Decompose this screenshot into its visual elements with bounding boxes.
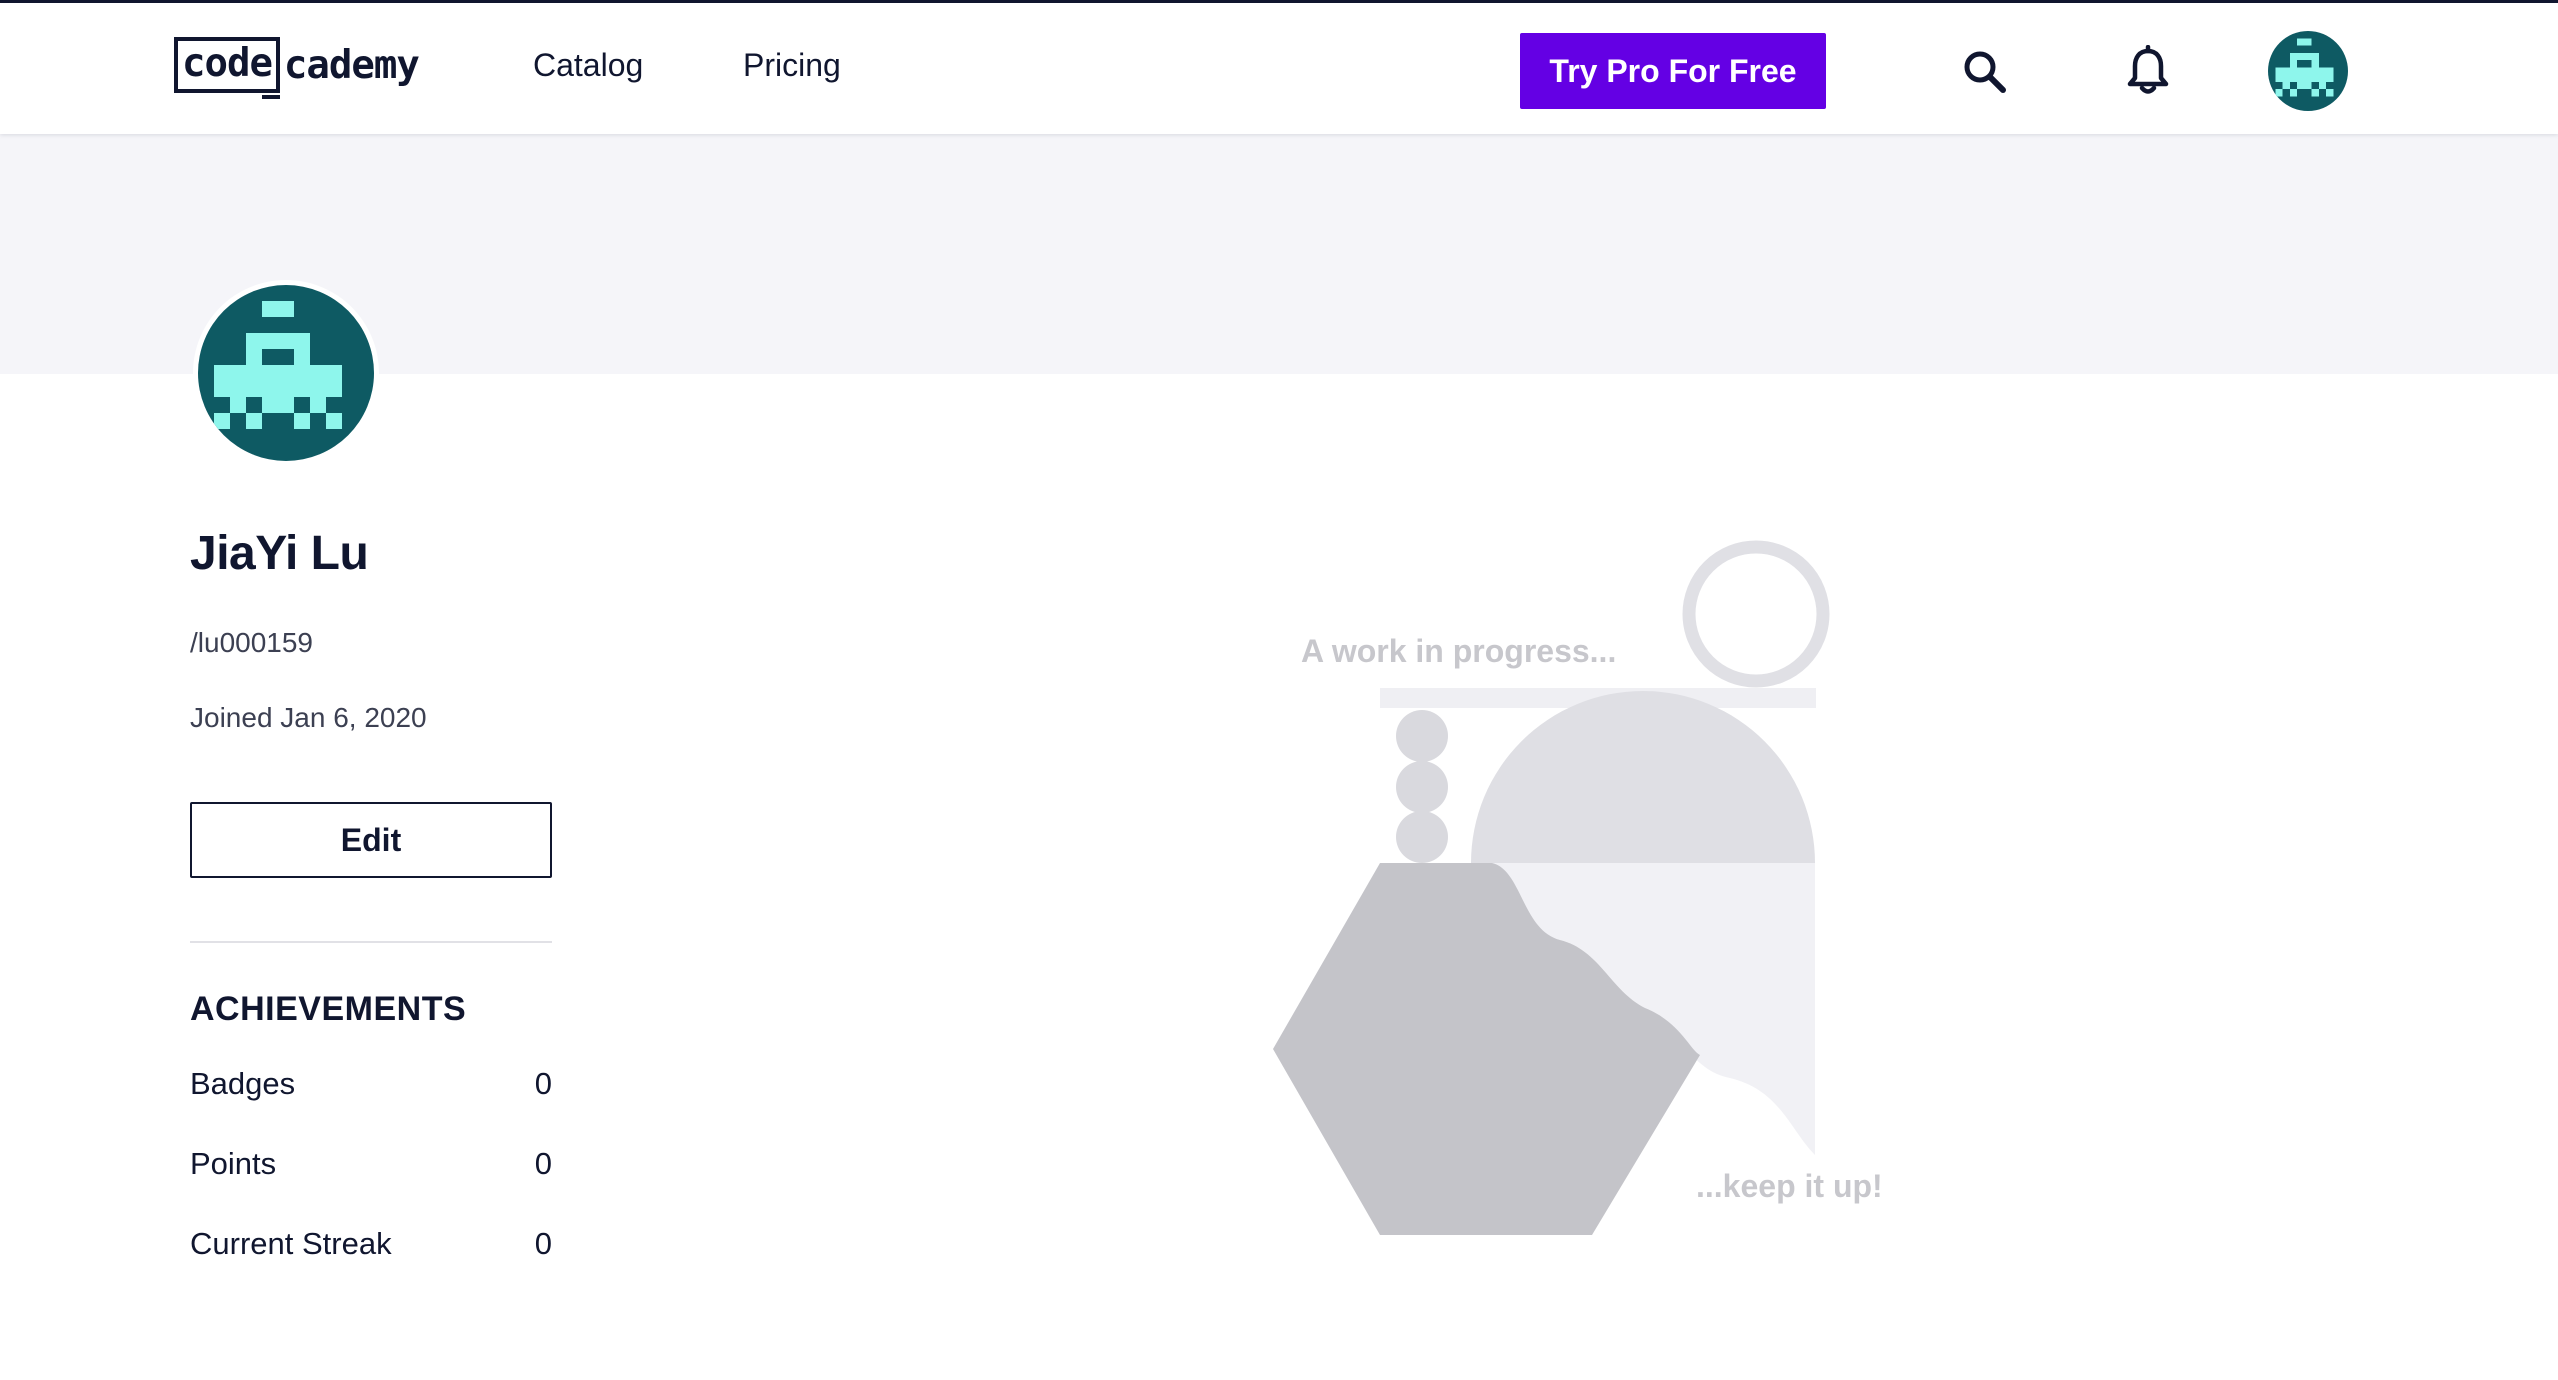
edit-profile-button[interactable]: Edit: [190, 802, 552, 878]
nav-pricing-link[interactable]: Pricing: [743, 47, 841, 84]
profile-name: JiaYi Lu: [190, 527, 369, 580]
achievements-heading: ACHIEVEMENTS: [190, 990, 467, 1028]
pixel-alien-avatar-icon: [198, 285, 374, 461]
profile-handle: /lu000159: [190, 627, 314, 658]
search-icon[interactable]: [1960, 47, 2008, 95]
try-pro-button[interactable]: Try Pro For Free: [1520, 33, 1826, 109]
profile-banner: [0, 134, 2558, 374]
achievement-row-current-streak: Current Streak 0: [190, 1224, 552, 1264]
profile-avatar: [193, 280, 379, 466]
work-in-progress-illustration: A work in progress... ...keep it up!: [1260, 530, 1920, 1250]
achievement-value: 0: [534, 1146, 552, 1181]
achievement-label: Points: [190, 1146, 277, 1181]
logo-rest-part: cademy: [283, 42, 420, 88]
top-navigation-bar: code cademy Catalog Pricing Try Pro For …: [0, 0, 2558, 134]
abstract-shapes-illustration: A work in progress... ...keep it up!: [1273, 540, 1883, 1235]
codecademy-logo[interactable]: code cademy: [174, 37, 420, 99]
user-avatar-menu[interactable]: [2268, 31, 2348, 111]
achievement-row-points: Points 0: [190, 1144, 552, 1184]
pixel-alien-avatar-icon: [2268, 31, 2348, 111]
empty-state-top-text: A work in progress...: [1301, 633, 1616, 669]
nav-catalog-link[interactable]: Catalog: [533, 47, 643, 84]
bell-icon[interactable]: [2125, 44, 2171, 95]
achievement-value: 0: [534, 1226, 552, 1261]
profile-joined-date: Joined Jan 6, 2020: [190, 702, 427, 733]
achievement-row-badges: Badges 0: [190, 1064, 552, 1104]
achievement-label: Badges: [190, 1066, 296, 1101]
empty-state-bottom-text: ...keep it up!: [1696, 1168, 1883, 1204]
logo-code-part: code: [174, 37, 280, 99]
section-divider: [190, 941, 552, 943]
achievement-label: Current Streak: [190, 1226, 392, 1261]
achievement-value: 0: [534, 1066, 552, 1101]
